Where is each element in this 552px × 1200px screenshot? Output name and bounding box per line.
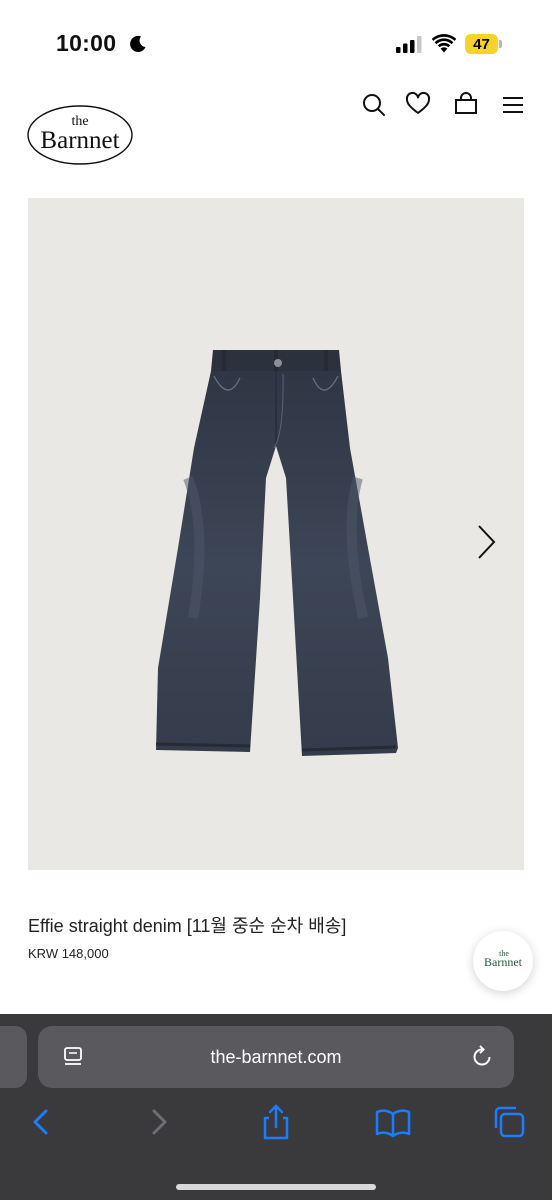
badge-logo-main: Barnnet — [484, 955, 523, 969]
reload-icon[interactable] — [470, 1045, 494, 1069]
url-text: the-barnnet.com — [210, 1047, 342, 1067]
home-indicator — [176, 1184, 376, 1190]
wifi-icon — [432, 34, 456, 53]
floating-logo-button[interactable]: the Barnnet — [473, 931, 533, 991]
status-time: 10:00 — [56, 30, 117, 56]
bookmarks-icon[interactable] — [374, 1102, 412, 1142]
search-icon[interactable] — [360, 90, 388, 118]
back-icon[interactable] — [22, 1102, 60, 1142]
site-header: the Barnnet — [0, 90, 552, 190]
product-image[interactable] — [28, 198, 524, 870]
product-title[interactable]: Effie straight denim [11월 중순 순차 배송] — [28, 912, 346, 938]
tabs-icon[interactable] — [492, 1102, 530, 1142]
battery-level: 47 — [465, 34, 498, 54]
site-logo[interactable]: the Barnnet — [26, 102, 134, 166]
heart-icon[interactable] — [404, 90, 432, 118]
badge-logo: the Barnnet — [484, 949, 523, 969]
battery-cap — [499, 40, 502, 48]
status-bar: 10:00 47 — [0, 0, 552, 90]
share-icon[interactable] — [257, 1102, 295, 1142]
signal-icon — [396, 36, 422, 53]
battery-icon: 47 — [465, 34, 503, 54]
browser-bar: the-barnnet.com — [0, 1014, 552, 1200]
previous-tab-edge[interactable] — [0, 1026, 27, 1088]
logo-main-text: Barnnet — [40, 127, 119, 154]
moon-icon — [130, 35, 146, 52]
next-image-arrow-icon[interactable] — [474, 524, 498, 560]
menu-icon[interactable] — [499, 90, 527, 118]
product-price: KRW 148,000 — [28, 946, 109, 961]
address-bar[interactable]: the-barnnet.com — [38, 1026, 514, 1088]
forward-icon[interactable] — [140, 1102, 178, 1142]
jeans-image — [155, 350, 398, 756]
bag-icon[interactable] — [452, 90, 480, 118]
